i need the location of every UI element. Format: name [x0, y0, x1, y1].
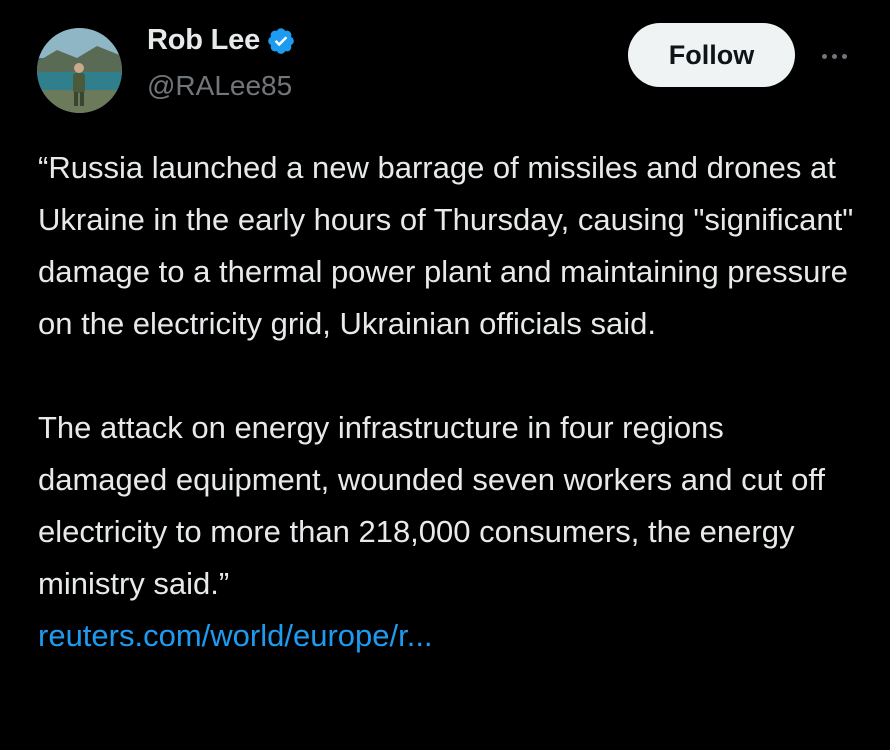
- display-name[interactable]: Rob Lee: [147, 24, 260, 57]
- more-dot: [831, 53, 837, 59]
- tweet-card: Rob Lee @RALee85 Follow “Russia launched…: [0, 0, 890, 750]
- avatar[interactable]: [37, 28, 122, 113]
- more-dot: [841, 53, 847, 59]
- author-name-row: Rob Lee: [147, 24, 296, 57]
- profile-photo-icon: [37, 28, 122, 113]
- article-link[interactable]: reuters.com/world/europe/r...: [38, 610, 858, 662]
- tweet-paragraph-2: The attack on energy infrastructure in f…: [38, 410, 825, 601]
- more-horizontal-icon[interactable]: [812, 38, 856, 74]
- author-handle[interactable]: @RALee85: [147, 70, 292, 102]
- tweet-paragraph-1: “Russia launched a new barrage of missil…: [38, 150, 854, 341]
- verified-badge-icon[interactable]: [266, 26, 296, 56]
- more-dot: [821, 53, 827, 59]
- follow-button[interactable]: Follow: [628, 23, 795, 87]
- tweet-text: “Russia launched a new barrage of missil…: [38, 142, 858, 662]
